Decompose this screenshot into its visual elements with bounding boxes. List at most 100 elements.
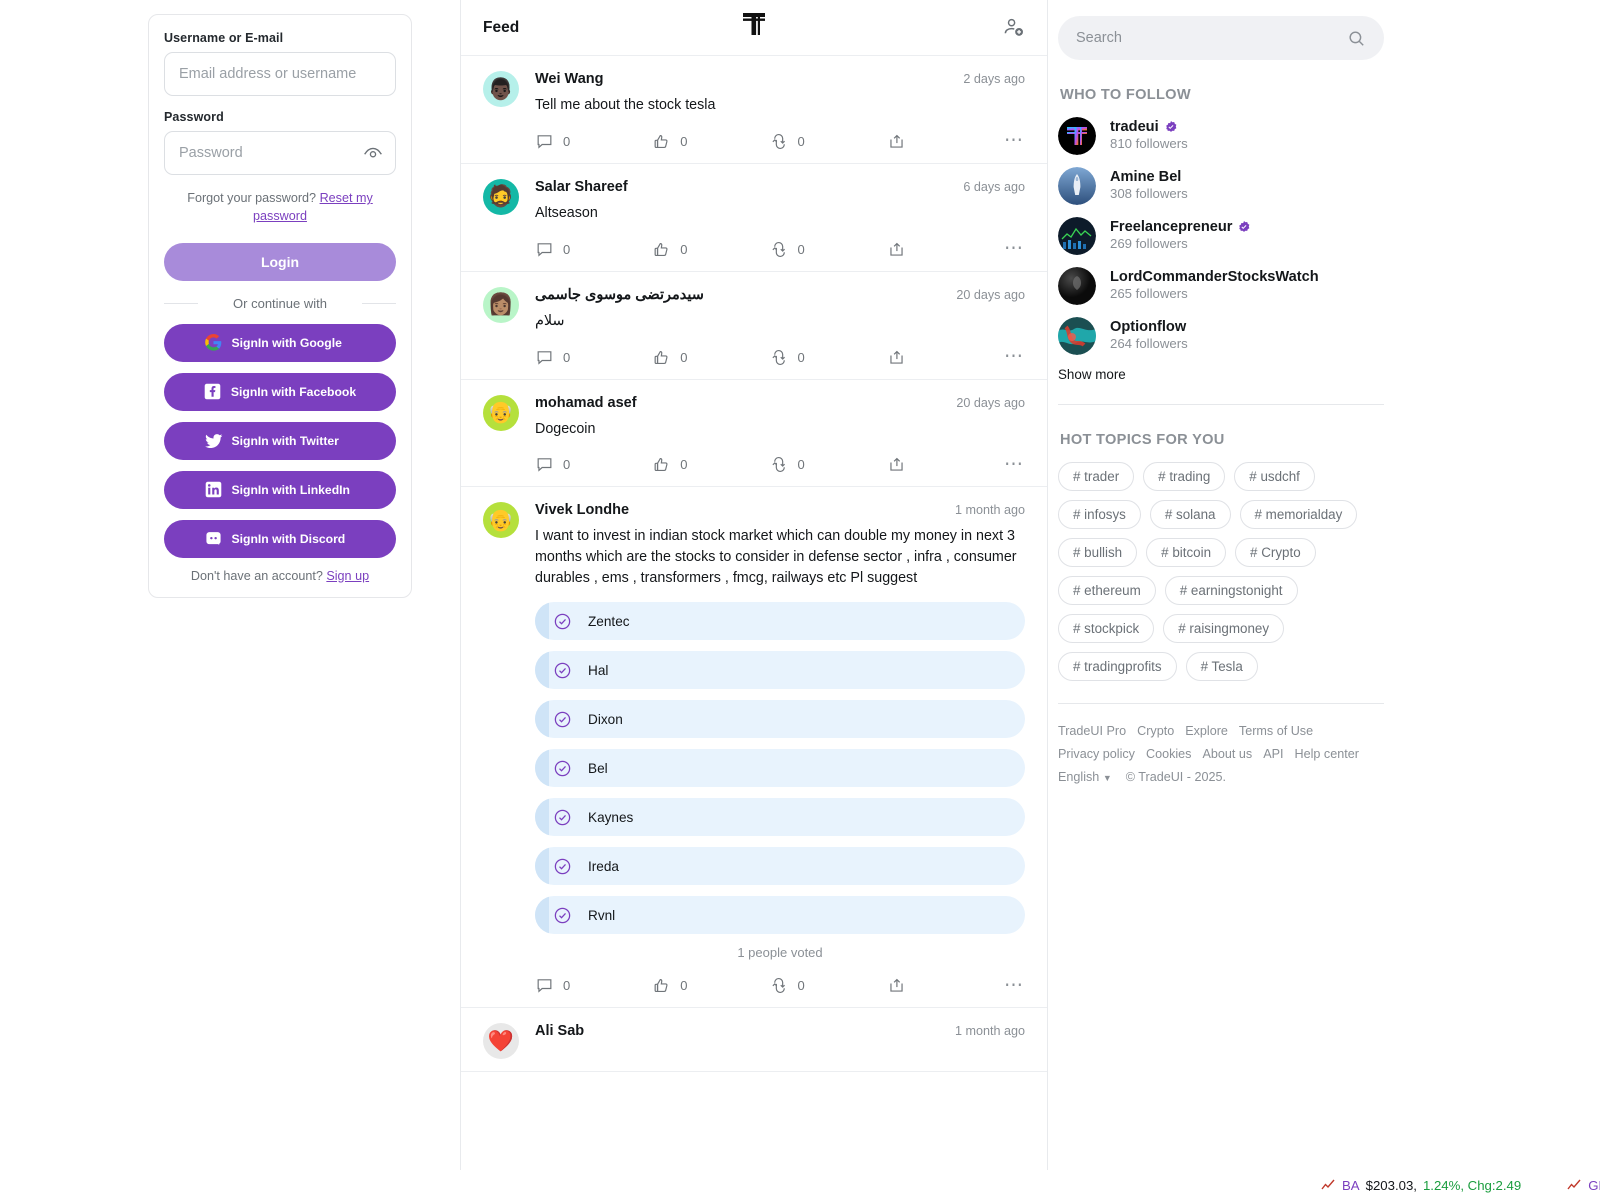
topic-tag[interactable]: # tradingprofits — [1058, 652, 1177, 681]
post-author[interactable]: Ali Sab — [535, 1023, 584, 1039]
avatar[interactable]: 👴 — [483, 394, 519, 431]
repost-action[interactable]: 0 — [770, 132, 887, 151]
poll-option[interactable]: Hal — [535, 651, 1025, 690]
share-action[interactable] — [887, 976, 1004, 995]
poll-option[interactable]: Kaynes — [535, 798, 1025, 837]
topic-tag[interactable]: # trader — [1058, 462, 1135, 491]
poll-option[interactable]: Bel — [535, 749, 1025, 788]
avatar[interactable]: 👨🏿 — [483, 71, 519, 107]
footer-link-help[interactable]: Help center — [1295, 747, 1359, 761]
topic-tag[interactable]: # usdchf — [1234, 462, 1315, 491]
search-bar[interactable] — [1058, 16, 1384, 60]
follow-name-row: tradeui — [1110, 119, 1188, 135]
footer-link-privacy[interactable]: Privacy policy — [1058, 747, 1135, 761]
show-more-button[interactable]: Show more — [1058, 367, 1384, 382]
topic-tag[interactable]: # Crypto — [1235, 538, 1316, 567]
follow-item[interactable]: tradeui 810 followers — [1058, 117, 1384, 155]
topic-tag[interactable]: # earningstonight — [1164, 576, 1298, 605]
footer-link-api[interactable]: API — [1263, 747, 1283, 761]
add-person-icon[interactable] — [1002, 16, 1025, 39]
signin-discord-button[interactable]: SignIn with Discord — [164, 519, 396, 558]
avatar[interactable]: 👴 — [483, 502, 519, 539]
post-author[interactable]: Salar Shareef — [535, 179, 628, 195]
like-action[interactable]: 0 — [652, 132, 769, 151]
post-more-icon[interactable]: ⋯ — [1004, 131, 1025, 150]
footer-link-about[interactable]: About us — [1202, 747, 1252, 761]
repost-action[interactable]: 0 — [770, 348, 887, 367]
show-password-icon[interactable] — [363, 143, 383, 163]
poll-option[interactable]: Rvnl — [535, 896, 1025, 935]
repost-action[interactable]: 0 — [770, 455, 887, 474]
follow-item[interactable]: LordCommanderStocksWatch 265 followers — [1058, 267, 1384, 305]
post-more-icon[interactable]: ⋯ — [1004, 239, 1025, 258]
topic-tag[interactable]: # memorialday — [1239, 500, 1358, 529]
topic-tag[interactable]: # bullish — [1058, 538, 1138, 567]
signin-google-button[interactable]: SignIn with Google — [164, 323, 396, 362]
post-author[interactable]: mohamad asef — [535, 395, 637, 411]
post-author[interactable]: Vivek Londhe — [535, 502, 629, 518]
topic-tag[interactable]: # solana — [1149, 500, 1231, 529]
like-action[interactable]: 0 — [652, 348, 769, 367]
topic-tag[interactable]: # Tesla — [1185, 652, 1258, 681]
repost-action[interactable]: 0 — [770, 240, 887, 259]
ticker-item[interactable]: GLD $1 — [1567, 1178, 1600, 1193]
comment-action[interactable]: 0 — [535, 976, 652, 995]
tradeui-logo-icon[interactable] — [737, 7, 771, 46]
footer-link-tradeui-pro[interactable]: TradeUI Pro — [1058, 724, 1126, 738]
poll-option[interactable]: Ireda — [535, 847, 1025, 886]
like-action[interactable]: 0 — [652, 240, 769, 259]
topic-tag[interactable]: # trading — [1143, 462, 1226, 491]
footer-link-explore[interactable]: Explore — [1185, 724, 1228, 738]
search-icon[interactable] — [1347, 29, 1366, 48]
topic-tag[interactable]: # ethereum — [1058, 576, 1156, 605]
comment-action[interactable]: 0 — [535, 240, 652, 259]
avatar[interactable]: 👩🏽 — [483, 286, 519, 323]
footer-link-crypto[interactable]: Crypto — [1137, 724, 1174, 738]
repost-count: 0 — [797, 133, 805, 149]
comment-action[interactable]: 0 — [535, 455, 652, 474]
follow-item[interactable]: Amine Bel 308 followers — [1058, 167, 1384, 205]
footer-link-cookies[interactable]: Cookies — [1146, 747, 1192, 761]
share-action[interactable] — [887, 455, 1004, 474]
repost-action[interactable]: 0 — [770, 976, 887, 995]
follow-item[interactable]: Optionflow 264 followers — [1058, 317, 1384, 355]
topic-tag[interactable]: # stockpick — [1058, 614, 1155, 643]
signup-text: Don't have an account? — [190, 568, 323, 583]
password-input[interactable] — [164, 131, 396, 175]
like-action[interactable]: 0 — [652, 976, 769, 995]
avatar[interactable]: 🧔 — [483, 178, 519, 215]
signup-link[interactable]: Sign up — [326, 569, 369, 583]
footer-link-terms[interactable]: Terms of Use — [1239, 724, 1313, 738]
sidebar-divider-1 — [1058, 404, 1384, 405]
password-label: Password — [164, 110, 224, 124]
search-input[interactable] — [1076, 30, 1347, 46]
post-more-icon[interactable]: ⋯ — [1004, 347, 1025, 366]
avatar[interactable]: ❤️ — [483, 1023, 519, 1060]
share-action[interactable] — [887, 132, 1004, 151]
post-author[interactable]: سیدمرتضی موسوی جاسمی — [535, 287, 704, 303]
poll-option[interactable]: Dixon — [535, 700, 1025, 739]
share-action[interactable] — [887, 348, 1004, 367]
username-input[interactable] — [164, 52, 396, 96]
login-card: Username or E-mail Password Forgot your … — [148, 14, 412, 598]
comment-action[interactable]: 0 — [535, 132, 652, 151]
post-author[interactable]: Wei Wang — [535, 71, 603, 87]
hot-topics-title: HOT TOPICS FOR YOU — [1060, 432, 1225, 448]
post-more-icon[interactable]: ⋯ — [1004, 976, 1025, 995]
post-more-icon[interactable]: ⋯ — [1004, 455, 1025, 474]
language-selector[interactable]: English ▼ — [1058, 770, 1112, 784]
share-action[interactable] — [887, 240, 1004, 259]
signin-facebook-button[interactable]: SignIn with Facebook — [164, 372, 396, 411]
ticker-item[interactable]: BA $203.03, 1.24%, Chg:2.49 — [1321, 1178, 1521, 1193]
topic-tag[interactable]: # bitcoin — [1146, 538, 1227, 567]
like-action[interactable]: 0 — [652, 455, 769, 474]
comment-action[interactable]: 0 — [535, 348, 652, 367]
follow-name-row: Freelancepreneur — [1110, 219, 1251, 235]
login-button[interactable]: Login — [164, 242, 396, 281]
follow-item[interactable]: Freelancepreneur 269 followers — [1058, 217, 1384, 255]
signin-twitter-button[interactable]: SignIn with Twitter — [164, 421, 396, 460]
topic-tag[interactable]: # infosys — [1058, 500, 1141, 529]
poll-option[interactable]: Zentec — [535, 602, 1025, 641]
topic-tag[interactable]: # raisingmoney — [1163, 614, 1285, 643]
signin-linkedin-button[interactable]: SignIn with LinkedIn — [164, 470, 396, 509]
